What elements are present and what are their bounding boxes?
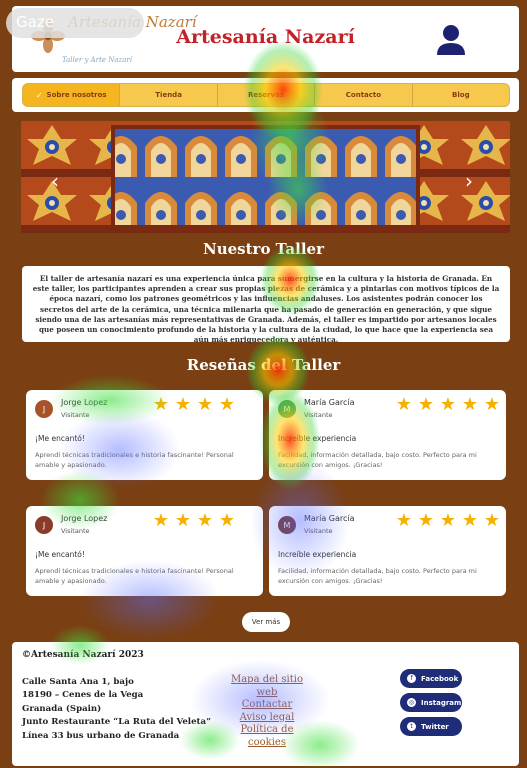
reviewer-name: María García bbox=[304, 514, 355, 523]
star-icon: ★ bbox=[461, 510, 479, 531]
reviewer-name: María García bbox=[304, 398, 355, 407]
star-icon: ★ bbox=[395, 394, 413, 415]
social-label: Facebook bbox=[421, 674, 459, 683]
social-button-instagram[interactable]: ◎ Instagram bbox=[400, 693, 462, 712]
review-card: J Jorge Lopez Visitante ¡Me encantó! Aprendí… bbox=[26, 506, 263, 596]
nav-item-label: Tienda bbox=[155, 91, 182, 99]
reviewer-role: Visitante bbox=[304, 527, 333, 535]
star-icon: ★ bbox=[483, 394, 501, 415]
social-label: Instagram bbox=[421, 698, 462, 707]
social-button-facebook[interactable]: f Facebook bbox=[400, 669, 462, 688]
copyright: ©Artesanía Nazarí 2023 bbox=[22, 650, 144, 660]
avatar: M bbox=[278, 516, 296, 534]
star-icon: ★ bbox=[218, 510, 236, 531]
review-headline: ¡Me encantó! bbox=[35, 434, 85, 443]
star-icon: ★ bbox=[152, 394, 170, 415]
social-button-twitter[interactable]: t Twitter bbox=[400, 717, 462, 736]
nav-item-1[interactable]: Tienda bbox=[120, 84, 218, 106]
twitter-icon: t bbox=[407, 722, 416, 731]
review-body: Facilidad, información detallada, bajo c… bbox=[278, 451, 477, 469]
review-card: J Jorge Lopez Visitante ¡Me encantó! Aprendí… bbox=[26, 390, 263, 480]
star-icon: ★ bbox=[461, 394, 479, 415]
reviewer-role: Visitante bbox=[61, 411, 90, 419]
nav-item-3[interactable]: Contacto bbox=[315, 84, 413, 106]
star-icon: ★ bbox=[483, 510, 501, 531]
star-icon: ★ bbox=[218, 394, 236, 415]
about-title: Nuestro Taller bbox=[203, 240, 324, 258]
address: Calle Santa Ana 1, bajo 18190 – Cenes de… bbox=[22, 677, 212, 741]
review-body: Facilidad, información detallada, bajo c… bbox=[278, 567, 477, 585]
reviewer-role: Visitante bbox=[304, 411, 333, 419]
rating-stars: ★ ★ ★ ★ bbox=[151, 396, 237, 414]
rating-stars: ★ ★ ★ ★ ★ bbox=[394, 512, 502, 530]
avatar: J bbox=[35, 516, 53, 534]
footer-link[interactable]: Política de cookies bbox=[222, 724, 312, 749]
review-card: M María García Visitante Increíble experien… bbox=[269, 390, 506, 480]
footer-link[interactable]: Aviso legal bbox=[222, 712, 312, 725]
review-headline: ¡Me encantó! bbox=[35, 550, 85, 559]
reviewer-name: Jorge Lopez bbox=[61, 514, 108, 523]
star-icon: ★ bbox=[439, 510, 457, 531]
footer-link[interactable]: Contactar bbox=[222, 699, 312, 712]
image-carousel[interactable]: ‹ › bbox=[21, 121, 510, 233]
star-icon: ★ bbox=[152, 510, 170, 531]
social-label: Twitter bbox=[421, 722, 449, 731]
star-icon: ★ bbox=[417, 394, 435, 415]
logo-tagline: Taller y Arte Nazarí bbox=[62, 56, 132, 64]
star-icon: ★ bbox=[417, 510, 435, 531]
star-icon: ★ bbox=[439, 394, 457, 415]
about-text: El taller de artesanía nazarí es una exp… bbox=[22, 266, 510, 344]
nav-item-label: Blog bbox=[452, 91, 470, 99]
rating-stars: ★ ★ ★ ★ bbox=[151, 512, 237, 530]
review-headline: Increíble experiencia bbox=[278, 434, 357, 443]
review-headline: Increíble experiencia bbox=[278, 550, 357, 559]
rating-stars: ★ ★ ★ ★ ★ bbox=[394, 396, 502, 414]
star-icon: ★ bbox=[196, 394, 214, 415]
chevron-right-icon[interactable]: › bbox=[465, 169, 473, 193]
star-icon: ★ bbox=[174, 510, 192, 531]
avatar: M bbox=[278, 400, 296, 418]
navbar: ✓ Sobre nosotros Tienda Reservas Contacto Blo… bbox=[12, 78, 519, 112]
site-footer: ©Artesanía Nazarí 2023 Calle Santa Ana 1… bbox=[12, 642, 519, 766]
instagram-icon: ◎ bbox=[407, 698, 416, 707]
nav-item-label: Sobre nosotros bbox=[46, 91, 107, 99]
reviewer-role: Visitante bbox=[61, 527, 90, 535]
nav-item-2[interactable]: Reservas bbox=[218, 84, 316, 106]
facebook-icon: f bbox=[407, 674, 416, 683]
star-icon: ★ bbox=[174, 394, 192, 415]
nav-item-0[interactable]: ✓ Sobre nosotros bbox=[23, 84, 121, 106]
reviews-title: Reseñas del Taller bbox=[186, 356, 341, 374]
review-body: Aprendí técnicas tradicionales e histori… bbox=[35, 567, 234, 585]
user-icon[interactable] bbox=[436, 24, 466, 56]
carousel-image bbox=[21, 121, 510, 233]
nav-item-label: Contacto bbox=[345, 91, 382, 99]
check-icon: ✓ bbox=[35, 90, 43, 100]
chevron-left-icon[interactable]: ‹ bbox=[51, 169, 59, 193]
footer-links: Mapa del sitio web Contactar Aviso legal Po… bbox=[222, 674, 312, 749]
star-icon: ★ bbox=[395, 510, 413, 531]
gaze-overlay-label: Gaze bbox=[6, 8, 144, 38]
avatar: J bbox=[35, 400, 53, 418]
nav-item-label: Reservas bbox=[248, 91, 284, 99]
reviewer-name: Jorge Lopez bbox=[61, 398, 108, 407]
footer-link[interactable]: Mapa del sitio web bbox=[222, 674, 312, 699]
review-card: M María García Visitante Increíble experien… bbox=[269, 506, 506, 596]
nav-menu: ✓ Sobre nosotros Tienda Reservas Contacto Blo… bbox=[22, 83, 510, 107]
see-more-button[interactable]: Ver más bbox=[242, 612, 290, 632]
nav-item-4[interactable]: Blog bbox=[413, 84, 509, 106]
star-icon: ★ bbox=[196, 510, 214, 531]
review-body: Aprendí técnicas tradicionales e histori… bbox=[35, 451, 234, 469]
